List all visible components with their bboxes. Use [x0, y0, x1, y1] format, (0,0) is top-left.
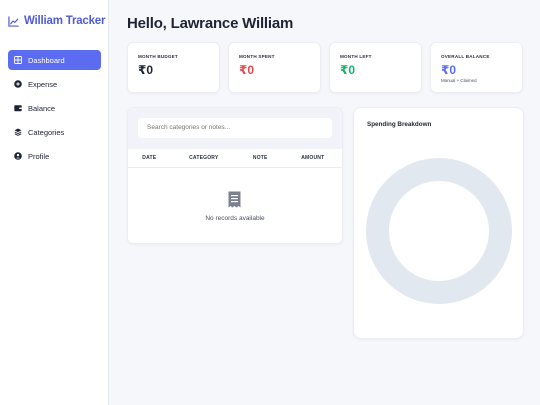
sidebar-item-label: Balance	[28, 103, 56, 113]
month-budget-value: ₹0	[138, 63, 154, 77]
spending-donut-chart	[366, 158, 512, 304]
main-content: Hello, Lawrance William MONTH BUDGET ₹0 …	[109, 0, 540, 405]
user-circle-icon	[14, 152, 22, 160]
search-input[interactable]	[138, 118, 332, 138]
card-label: MONTH LEFT	[340, 54, 372, 59]
overall-balance-note: Manual + Claimed	[441, 78, 477, 83]
spending-breakdown-title: Spending Breakdown	[367, 121, 432, 128]
app-title: William Tracker	[24, 15, 106, 27]
month-spent-value: ₹0	[239, 63, 255, 77]
empty-state: No records available	[128, 168, 342, 243]
column-header-category[interactable]: CATEGORY	[171, 155, 237, 161]
grid-icon	[14, 56, 22, 64]
layers-icon	[14, 128, 22, 136]
spending-breakdown-panel: Spending Breakdown	[353, 107, 524, 339]
sidebar-item-dashboard[interactable]: Dashboard	[8, 50, 101, 70]
column-header-date[interactable]: DATE	[128, 155, 171, 161]
card-label: MONTH BUDGET	[138, 54, 178, 59]
page-title: Hello, Lawrance William	[127, 15, 294, 32]
sidebar-item-label: Dashboard	[28, 55, 65, 65]
sidebar-item-label: Expense	[28, 79, 58, 89]
column-header-amount[interactable]: AMOUNT	[284, 155, 342, 161]
card-label: MONTH SPENT	[239, 54, 275, 59]
brand[interactable]: William Tracker	[8, 15, 105, 27]
donut-ring	[366, 158, 512, 304]
sidebar-item-categories[interactable]: Categories	[8, 122, 101, 142]
plus-circle-icon	[14, 80, 22, 88]
trend-chart-icon	[8, 15, 19, 27]
records-table-header: DATE CATEGORY NOTE AMOUNT	[128, 149, 342, 168]
column-header-note[interactable]: NOTE	[237, 155, 284, 161]
month-left-card: MONTH LEFT ₹0	[329, 42, 422, 93]
overall-balance-card: OVERALL BALANCE ₹0 Manual + Claimed	[430, 42, 523, 93]
card-label: OVERALL BALANCE	[441, 54, 490, 59]
overall-balance-value: ₹0	[441, 63, 457, 77]
sidebar-item-label: Profile	[28, 151, 50, 161]
sidebar: William Tracker Dashboard Expense Balanc…	[0, 0, 109, 405]
empty-state-text: No records available	[205, 215, 265, 222]
sidebar-nav: Dashboard Expense Balance Categories Pro…	[8, 50, 101, 170]
sidebar-item-expense[interactable]: Expense	[8, 74, 101, 94]
records-toolbar	[128, 108, 342, 149]
sidebar-item-profile[interactable]: Profile	[8, 146, 101, 166]
month-left-value: ₹0	[340, 63, 356, 77]
month-budget-card: MONTH BUDGET ₹0	[127, 42, 220, 93]
records-panel: DATE CATEGORY NOTE AMOUNT No records ava…	[127, 107, 343, 244]
month-spent-card: MONTH SPENT ₹0	[228, 42, 321, 93]
receipt-icon	[228, 191, 241, 208]
wallet-icon	[14, 105, 22, 112]
sidebar-item-label: Categories	[28, 127, 65, 137]
sidebar-item-balance[interactable]: Balance	[8, 98, 101, 118]
